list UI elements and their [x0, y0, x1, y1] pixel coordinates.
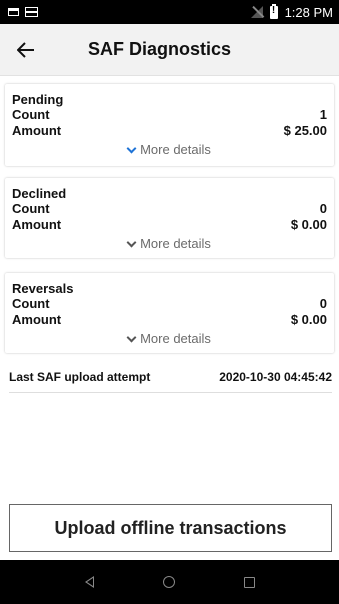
count-value: 1 — [319, 107, 327, 122]
back-button[interactable] — [4, 24, 48, 76]
count-row: Count 1 — [12, 107, 327, 123]
last-upload-timestamp: 2020-10-30 04:45:42 — [219, 370, 332, 384]
count-label: Count — [12, 296, 50, 311]
upload-offline-transactions-button[interactable]: Upload offline transactions — [9, 504, 332, 552]
count-label: Count — [12, 201, 50, 216]
no-signal-icon — [250, 6, 263, 18]
arrow-left-icon — [17, 41, 34, 58]
amount-value: $ 0.00 — [290, 217, 327, 232]
status-left — [8, 7, 38, 17]
card-icon — [25, 7, 38, 17]
more-details-toggle[interactable]: More details — [12, 330, 327, 348]
amount-row: Amount $ 0.00 — [12, 312, 327, 328]
amount-label: Amount — [12, 312, 62, 327]
home-circle-icon[interactable] — [162, 576, 175, 588]
status-bar: 1:28 PM — [0, 0, 339, 24]
reversals-card: Reversals Count 0 Amount $ 0.00 More det… — [5, 273, 334, 353]
count-label: Count — [12, 107, 50, 122]
system-nav-bar — [0, 560, 339, 604]
amount-label: Amount — [12, 123, 62, 138]
more-details-toggle[interactable]: More details — [12, 235, 327, 253]
amount-row: Amount $ 0.00 — [12, 217, 327, 233]
card-title: Declined — [12, 186, 67, 201]
card-title: Pending — [12, 92, 64, 107]
count-row: Count 0 — [12, 296, 327, 312]
pending-card: Pending Count 1 Amount $ 25.00 More deta… — [5, 84, 334, 166]
more-details-label: More details — [140, 142, 211, 157]
chevron-down-icon — [126, 237, 137, 247]
more-details-label: More details — [140, 236, 211, 251]
amount-row: Amount $ 25.00 — [12, 123, 327, 139]
page-title: SAF Diagnostics — [88, 39, 232, 59]
battery-alert-icon — [269, 3, 278, 19]
amount-value: $ 0.00 — [290, 312, 327, 327]
count-value: 0 — [319, 296, 327, 311]
back-triangle-icon[interactable] — [84, 576, 94, 588]
notification-icon — [8, 8, 19, 16]
count-row: Count 0 — [12, 201, 327, 217]
chevron-down-icon — [126, 143, 137, 153]
declined-card: Declined Count 0 Amount $ 0.00 More deta… — [5, 178, 334, 258]
recents-square-icon[interactable] — [243, 576, 255, 588]
more-details-toggle[interactable]: More details — [12, 141, 327, 159]
status-right: 1:28 PM — [250, 3, 333, 20]
chevron-down-icon — [126, 332, 137, 342]
last-upload-row: Last SAF upload attempt 2020-10-30 04:45… — [9, 370, 332, 393]
status-time: 1:28 PM — [284, 4, 333, 20]
app-bar: SAF Diagnostics — [0, 24, 339, 76]
amount-value: $ 25.00 — [283, 123, 327, 138]
last-upload-label: Last SAF upload attempt — [9, 370, 151, 384]
amount-label: Amount — [12, 217, 62, 232]
count-value: 0 — [319, 201, 327, 216]
more-details-label: More details — [140, 331, 211, 346]
card-title: Reversals — [12, 281, 74, 296]
